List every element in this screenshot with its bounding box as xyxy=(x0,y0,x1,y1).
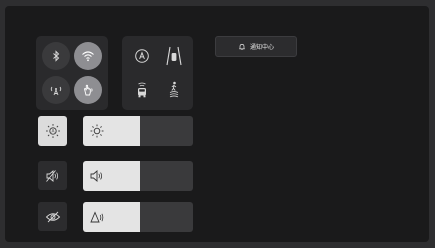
hotspot-icon[interactable] xyxy=(42,76,70,104)
notification-center-button[interactable]: 通知中心 xyxy=(215,36,297,57)
notification-center-label: 通知中心 xyxy=(249,44,274,51)
control-center-screen: 通知中心 A xyxy=(5,6,429,242)
car-front-sensor-icon[interactable] xyxy=(128,76,156,104)
alert-tone-icon xyxy=(89,202,105,232)
auto-brightness-icon: A xyxy=(45,124,60,138)
bell-icon xyxy=(239,43,245,50)
privacy-button[interactable] xyxy=(38,202,67,231)
hand-gesture-icon[interactable] xyxy=(74,76,102,104)
bluetooth-icon[interactable] xyxy=(42,42,70,70)
wifi-icon[interactable] xyxy=(74,42,102,70)
auto-brightness-button[interactable]: A xyxy=(38,116,67,146)
volume-slider[interactable] xyxy=(83,161,193,191)
brightness-slider[interactable] xyxy=(83,116,193,146)
lane-keep-icon[interactable] xyxy=(160,41,188,71)
auto-hold-icon[interactable] xyxy=(128,42,156,70)
volume-mute-icon xyxy=(45,169,58,182)
volume-icon xyxy=(89,161,105,191)
connectivity-panel xyxy=(36,36,108,110)
alert-tone-slider[interactable] xyxy=(83,202,193,232)
svg-text:A: A xyxy=(51,129,54,135)
pedestrian-warning-icon[interactable] xyxy=(160,76,188,104)
drive-assist-panel xyxy=(122,36,193,110)
eye-off-icon xyxy=(45,211,60,222)
mute-button[interactable] xyxy=(38,161,67,190)
sun-icon xyxy=(89,116,105,146)
